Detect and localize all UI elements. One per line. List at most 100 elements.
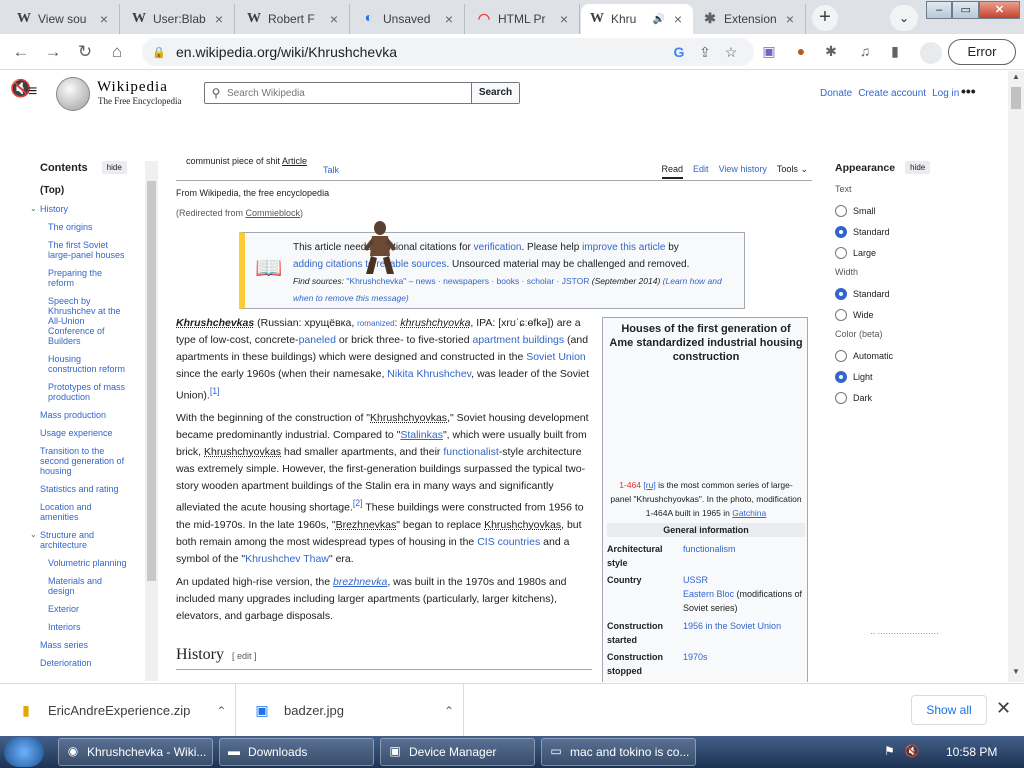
toc-item[interactable]: The first Soviet large-panel houses bbox=[48, 240, 130, 260]
media-controls-icon[interactable]: ♫ bbox=[856, 43, 874, 61]
row-value-link[interactable]: functionalism bbox=[683, 544, 736, 554]
series-link[interactable]: 1-464 bbox=[619, 480, 641, 490]
google-lens-icon[interactable]: G bbox=[666, 44, 692, 60]
tab-search-chevron-icon[interactable]: ⌄ bbox=[890, 5, 918, 31]
toc-item[interactable]: Volumetric planning bbox=[48, 558, 130, 568]
toc-item[interactable]: Preparing the reform bbox=[48, 268, 130, 288]
chevron-down-icon[interactable]: ⌄ bbox=[30, 530, 37, 540]
close-icon[interactable]: × bbox=[783, 11, 797, 27]
toc-item[interactable]: Mass production bbox=[40, 410, 130, 420]
scroll-up-icon[interactable]: ▲ bbox=[1008, 72, 1024, 86]
improve-article-link[interactable]: improve this article bbox=[582, 242, 665, 253]
logo-wordmark[interactable]: Wikipedia bbox=[97, 79, 168, 96]
tab-unsaved[interactable]: ◐ Unsaved × bbox=[353, 4, 465, 34]
appearance-option[interactable]: Light bbox=[835, 370, 995, 383]
donate-link[interactable]: Donate bbox=[820, 88, 852, 99]
toc-item[interactable]: Mass series bbox=[40, 640, 130, 650]
appearance-option[interactable]: Dark bbox=[835, 391, 995, 404]
verification-link[interactable]: verification bbox=[474, 242, 522, 253]
toc-item[interactable]: Prototypes of mass production bbox=[48, 382, 130, 402]
extension-icon[interactable]: ▣ bbox=[760, 43, 778, 61]
profile-avatar[interactable] bbox=[920, 42, 942, 64]
maximize-button[interactable]: ▭ bbox=[952, 1, 979, 19]
start-button[interactable] bbox=[4, 737, 44, 767]
window-close-button[interactable]: ✕ bbox=[978, 1, 1020, 19]
edit-section-link[interactable]: [ edit ] bbox=[232, 651, 257, 661]
close-icon[interactable]: × bbox=[97, 11, 111, 27]
toc-item[interactable]: Materials and design bbox=[48, 576, 130, 596]
show-all-button[interactable]: Show all bbox=[911, 695, 987, 725]
row-value-link[interactable]: Eastern Bloc bbox=[683, 589, 734, 599]
brezhnevka-link[interactable]: brezhnevka bbox=[333, 576, 387, 588]
toc-item[interactable]: (Top) bbox=[40, 186, 130, 196]
close-icon[interactable]: × bbox=[327, 11, 341, 27]
scroll-thumb[interactable] bbox=[1011, 87, 1021, 109]
taskbar-chrome[interactable]: ◉ Khrushchevka - Wiki... bbox=[58, 738, 213, 766]
talk-tab[interactable]: Talk bbox=[323, 165, 339, 175]
scroll-down-icon[interactable]: ▼ bbox=[1008, 667, 1024, 681]
chevron-up-icon[interactable]: ⌃ bbox=[444, 704, 454, 718]
taskbar-downloads[interactable]: ▬ Downloads bbox=[219, 738, 374, 766]
new-tab-button[interactable]: + bbox=[812, 5, 838, 31]
toc-item[interactable]: The origins bbox=[48, 222, 130, 232]
tab-user-blab[interactable]: W User:Blab × bbox=[123, 4, 235, 34]
toc-item[interactable]: ⌄ Structure and architecture bbox=[30, 530, 130, 550]
radio-button[interactable] bbox=[835, 370, 847, 383]
sources-links[interactable]: "Khrushchevka" – news · newspapers · boo… bbox=[346, 276, 589, 286]
home-icon[interactable]: ⌂ bbox=[106, 41, 128, 63]
bookmark-star-icon[interactable]: ☆ bbox=[718, 44, 744, 61]
ru-link[interactable]: [ru] bbox=[643, 480, 655, 490]
search-input[interactable] bbox=[227, 83, 471, 103]
wikipedia-globe-logo[interactable] bbox=[56, 77, 90, 111]
more-options-icon[interactable]: ••• bbox=[961, 83, 976, 99]
radio-button[interactable] bbox=[835, 308, 847, 321]
close-icon[interactable]: × bbox=[442, 11, 456, 27]
lock-icon[interactable]: 🔒 bbox=[152, 46, 166, 59]
download-item[interactable]: ▣ badzer.jpg ⌃ bbox=[236, 684, 464, 737]
toc-scrollbar[interactable] bbox=[145, 161, 158, 681]
close-icon[interactable]: × bbox=[671, 11, 685, 27]
row-value-link[interactable]: 1970s bbox=[683, 652, 708, 662]
audio-playing-icon[interactable]: 🔊 bbox=[653, 14, 665, 25]
toc-item[interactable]: Deterioration bbox=[40, 658, 130, 668]
toc-item[interactable]: Interiors bbox=[48, 622, 130, 632]
appearance-hide-button[interactable]: hide bbox=[905, 161, 931, 174]
forward-arrow-icon[interactable]: → bbox=[42, 41, 64, 63]
cis-countries-link[interactable]: CIS countries bbox=[477, 536, 540, 548]
reference-link[interactable]: [2] bbox=[353, 498, 363, 508]
toc-item[interactable]: Usage experience bbox=[40, 428, 130, 438]
row-value-link[interactable]: 1956 in the Soviet Union bbox=[683, 621, 781, 631]
log-in-link[interactable]: Log in bbox=[932, 88, 959, 99]
share-icon[interactable]: ⇪ bbox=[692, 44, 718, 61]
taskbar-window[interactable]: ▭ mac and tokino is co... bbox=[541, 738, 696, 766]
toc-hide-button[interactable]: hide bbox=[101, 161, 127, 174]
stalinkas-link[interactable]: Stalinkas bbox=[400, 429, 443, 441]
tab-view-source[interactable]: W View sou × bbox=[8, 4, 120, 34]
appearance-option[interactable]: Standard bbox=[835, 225, 995, 238]
chevron-down-icon[interactable]: ⌄ bbox=[30, 204, 37, 214]
tab-robert[interactable]: W Robert F × bbox=[238, 4, 350, 34]
toc-item[interactable]: Exterior bbox=[48, 604, 130, 614]
tab-khrushchevka[interactable]: W Khru 🔊 × bbox=[581, 4, 693, 34]
toc-scroll-thumb[interactable] bbox=[147, 181, 156, 581]
download-item[interactable]: ▮ EricAndreExperience.zip ⌃ bbox=[0, 684, 236, 737]
radio-button[interactable] bbox=[835, 349, 847, 362]
paneled-link[interactable]: paneled bbox=[299, 334, 336, 346]
tab-extension[interactable]: ✱ Extension × bbox=[694, 4, 806, 34]
avatar-extension-icon[interactable]: ● bbox=[792, 43, 810, 61]
minimize-button[interactable]: – bbox=[926, 1, 953, 19]
close-icon[interactable]: × bbox=[212, 11, 226, 27]
appearance-option[interactable]: Wide bbox=[835, 308, 995, 321]
functionalist-link[interactable]: functionalist bbox=[443, 446, 498, 458]
toc-item[interactable]: Transition to the second generation of h… bbox=[40, 446, 130, 476]
clock[interactable]: 10:58 PM bbox=[946, 745, 997, 759]
back-arrow-icon[interactable]: ← bbox=[10, 41, 32, 63]
address-bar[interactable]: 🔒 en.wikipedia.org/wiki/Khrushchevka G ⇪… bbox=[142, 38, 754, 66]
toc-item[interactable]: Statistics and rating bbox=[40, 484, 130, 494]
radio-button[interactable] bbox=[835, 225, 847, 238]
reload-icon[interactable]: ↻ bbox=[74, 41, 96, 63]
apartment-buildings-link[interactable]: apartment buildings bbox=[472, 334, 564, 346]
romanized-link[interactable]: romanized bbox=[357, 319, 394, 328]
soviet-union-link[interactable]: Soviet Union bbox=[526, 351, 586, 363]
article-tab[interactable]: Article bbox=[282, 156, 307, 166]
